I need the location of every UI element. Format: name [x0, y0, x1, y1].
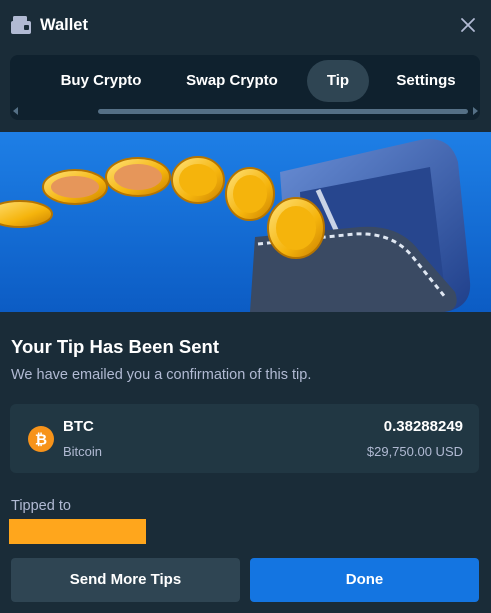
wallet-icon	[11, 16, 31, 34]
coin-name: Bitcoin	[63, 444, 103, 459]
recipient-redacted	[9, 519, 146, 544]
tab-settings[interactable]: Settings	[385, 60, 467, 102]
tip-sent-heading: Your Tip Has Been Sent	[11, 336, 219, 357]
coin-usd-value: $29,750.00 USD	[366, 444, 463, 459]
wallet-title: Wallet	[40, 16, 88, 34]
wallet-tab-bar: Buy Crypto Swap Crypto Tip Settings	[10, 55, 480, 120]
tab-buy-crypto[interactable]: Buy Crypto	[46, 60, 156, 102]
tabs-scrollbar[interactable]	[98, 109, 468, 114]
bitcoin-icon: ₿	[28, 426, 54, 452]
coin-symbol: BTC	[63, 418, 94, 435]
close-icon[interactable]	[460, 17, 476, 33]
tab-swap-crypto[interactable]: Swap Crypto	[176, 60, 288, 102]
coin-amount: 0.38288249	[383, 418, 463, 435]
send-more-tips-button[interactable]: Send More Tips	[11, 558, 240, 602]
wallet-header: Wallet	[0, 0, 491, 50]
tip-amount-card: ₿ BTC Bitcoin 0.38288249 $29,750.00 USD	[10, 404, 479, 473]
tab-tip[interactable]: Tip	[307, 60, 369, 102]
svg-text:₿: ₿	[35, 431, 47, 449]
done-button[interactable]: Done	[250, 558, 479, 602]
tip-sent-illustration	[0, 132, 491, 312]
scroll-left-arrow-icon[interactable]	[13, 107, 18, 115]
scroll-right-arrow-icon[interactable]	[473, 107, 478, 115]
tipped-to-label: Tipped to	[11, 498, 71, 514]
tip-sent-subtext: We have emailed you a confirmation of th…	[11, 367, 312, 383]
